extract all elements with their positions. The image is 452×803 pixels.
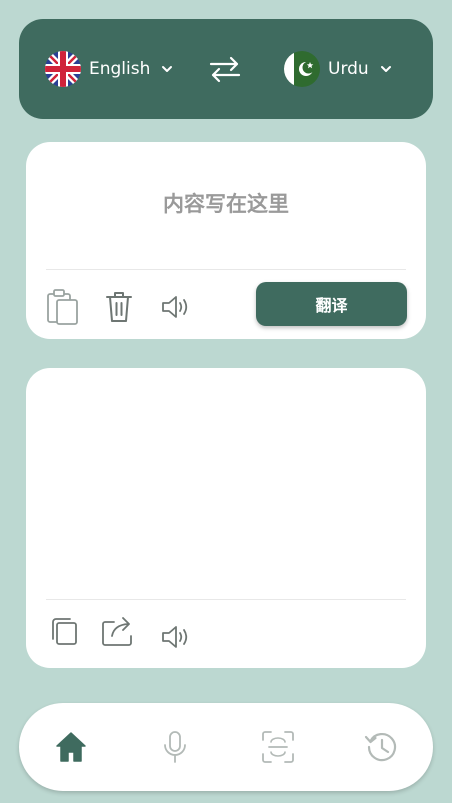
copy-icon[interactable]: [48, 616, 80, 648]
uk-flag-icon: [45, 51, 81, 87]
chevron-down-icon: [380, 66, 391, 72]
divider: [46, 599, 406, 600]
share-icon[interactable]: [100, 614, 138, 648]
paste-icon[interactable]: [46, 288, 80, 326]
input-card: 内容写在这里 翻译: [26, 142, 426, 339]
target-language-selector[interactable]: Urdu: [284, 51, 393, 87]
source-language-name: English: [89, 59, 151, 79]
history-icon[interactable]: [364, 729, 400, 765]
microphone-icon[interactable]: [157, 729, 193, 765]
output-card: [26, 368, 426, 668]
speaker-icon[interactable]: [160, 622, 192, 652]
divider: [46, 269, 406, 270]
language-bar: English Urdu: [19, 19, 433, 119]
target-language-name: Urdu: [328, 59, 369, 79]
speaker-icon[interactable]: [160, 292, 192, 322]
chevron-down-icon: [162, 66, 173, 72]
home-icon[interactable]: [53, 729, 89, 765]
translate-button[interactable]: 翻译: [256, 282, 407, 326]
source-text-input[interactable]: 内容写在这里: [26, 188, 426, 218]
swap-arrows-icon[interactable]: [207, 53, 243, 85]
pakistan-flag-icon: [284, 51, 320, 87]
source-language-selector[interactable]: English: [45, 51, 174, 87]
trash-icon[interactable]: [104, 290, 134, 324]
bottom-nav: [19, 703, 433, 791]
scan-icon[interactable]: [260, 729, 296, 765]
